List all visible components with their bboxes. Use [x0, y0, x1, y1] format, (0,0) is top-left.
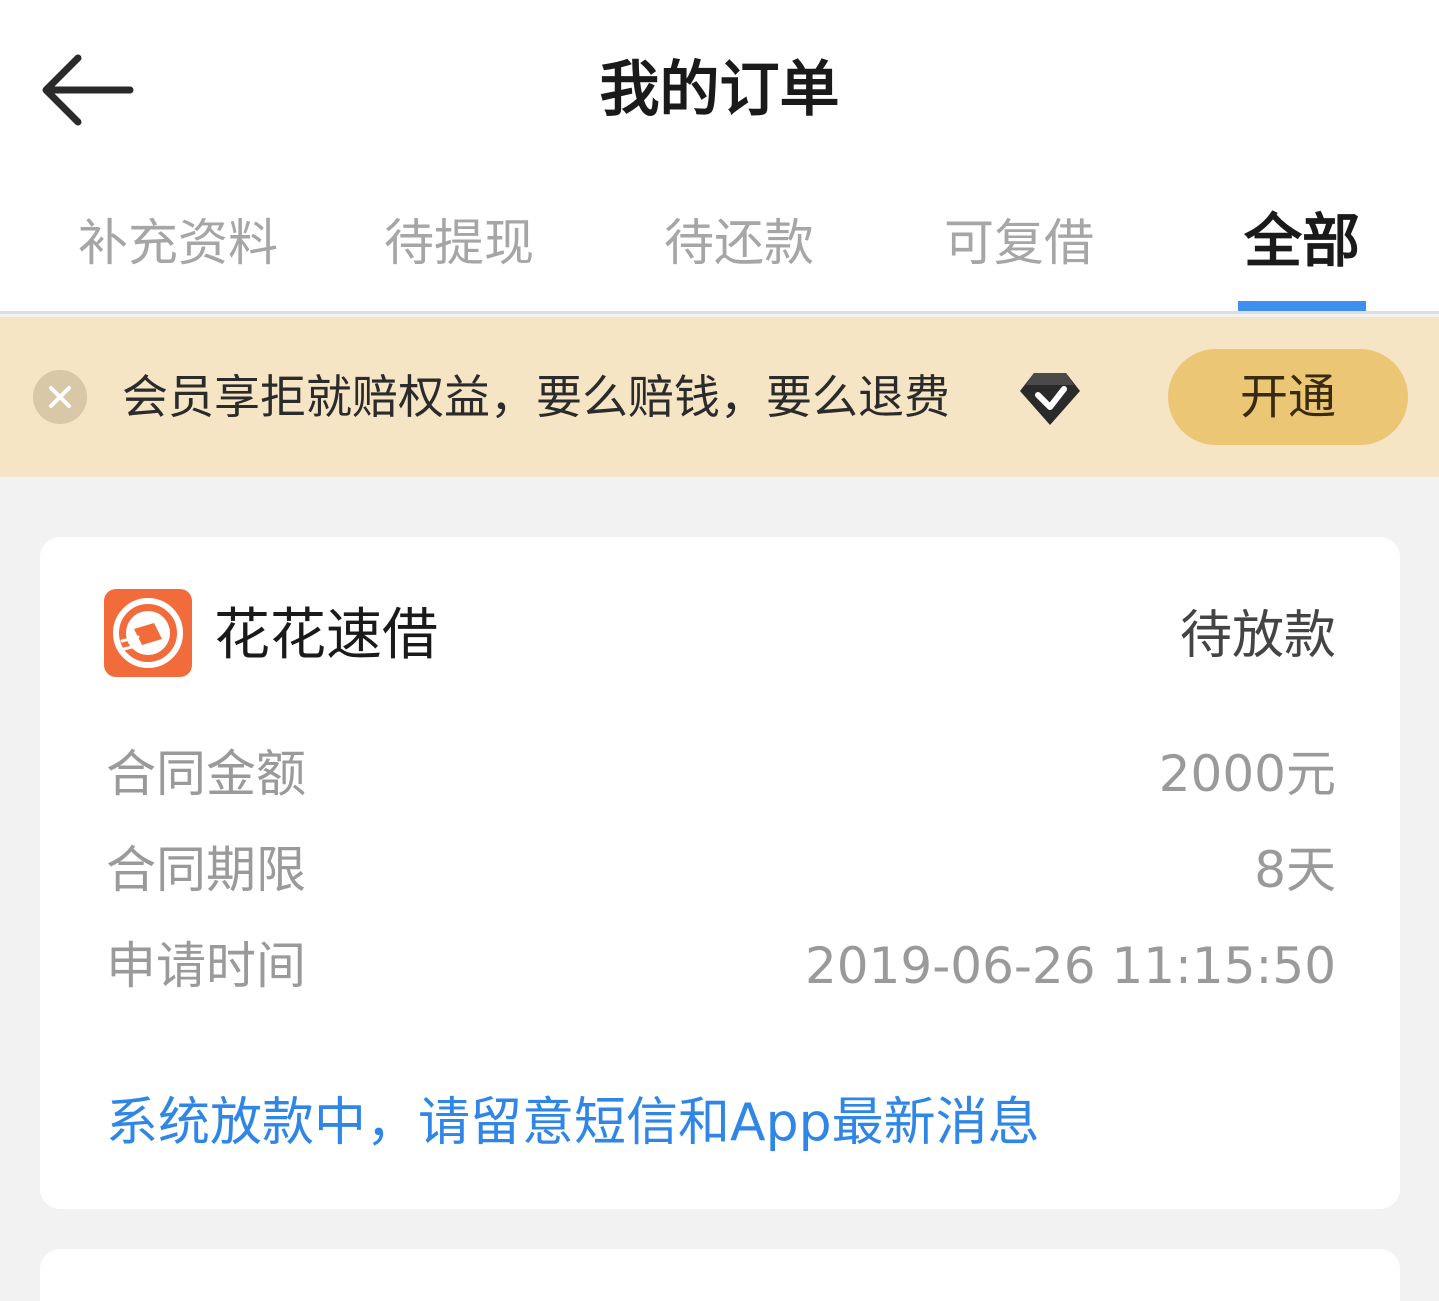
app-name: 花花速借 — [214, 603, 438, 668]
order-notice: 系统放款中，请留意短信和App最新消息 — [106, 1093, 1040, 1153]
app-logo — [104, 589, 192, 677]
tab-pending-withdraw[interactable]: 待提现 — [380, 208, 538, 314]
contract-term-label: 合同期限 — [106, 841, 306, 899]
order-status: 待放款 — [1179, 606, 1336, 666]
tab-supplement-info[interactable]: 补充资料 — [72, 208, 284, 314]
banner-close-button[interactable] — [33, 370, 87, 424]
top-bar: 我的订单 — [0, 0, 1439, 180]
apply-time-label: 申请时间 — [106, 937, 306, 995]
tab-reborrow[interactable]: 可复借 — [940, 208, 1098, 314]
active-tab-indicator — [1238, 301, 1366, 311]
order-card[interactable]: 花花速借 待放款 合同金额 2000元 合同期限 8天 申请时间 2019-06… — [40, 537, 1400, 1209]
diamond-icon — [1018, 365, 1082, 429]
close-icon — [49, 386, 71, 408]
apply-time-value: 2019-06-26 11:15:50 — [804, 937, 1336, 995]
contract-amount-value: 2000元 — [1158, 745, 1336, 803]
order-tabs: 补充资料 待提现 待还款 可复借 全部 — [0, 180, 1439, 314]
membership-banner: 会员享拒就赔权益，要么赔钱，要么退费 开通 — [0, 317, 1439, 477]
banner-text: 会员享拒就赔权益，要么赔钱，要么退费 — [122, 370, 950, 424]
page-title: 我的订单 — [599, 55, 840, 125]
tab-all[interactable]: 全部 — [1236, 206, 1368, 312]
contract-amount-label: 合同金额 — [106, 745, 306, 803]
order-card-next[interactable] — [40, 1249, 1400, 1301]
contract-term-value: 8天 — [1254, 841, 1336, 899]
activate-button[interactable]: 开通 — [1168, 349, 1408, 445]
tab-pending-repay[interactable]: 待还款 — [660, 208, 818, 314]
